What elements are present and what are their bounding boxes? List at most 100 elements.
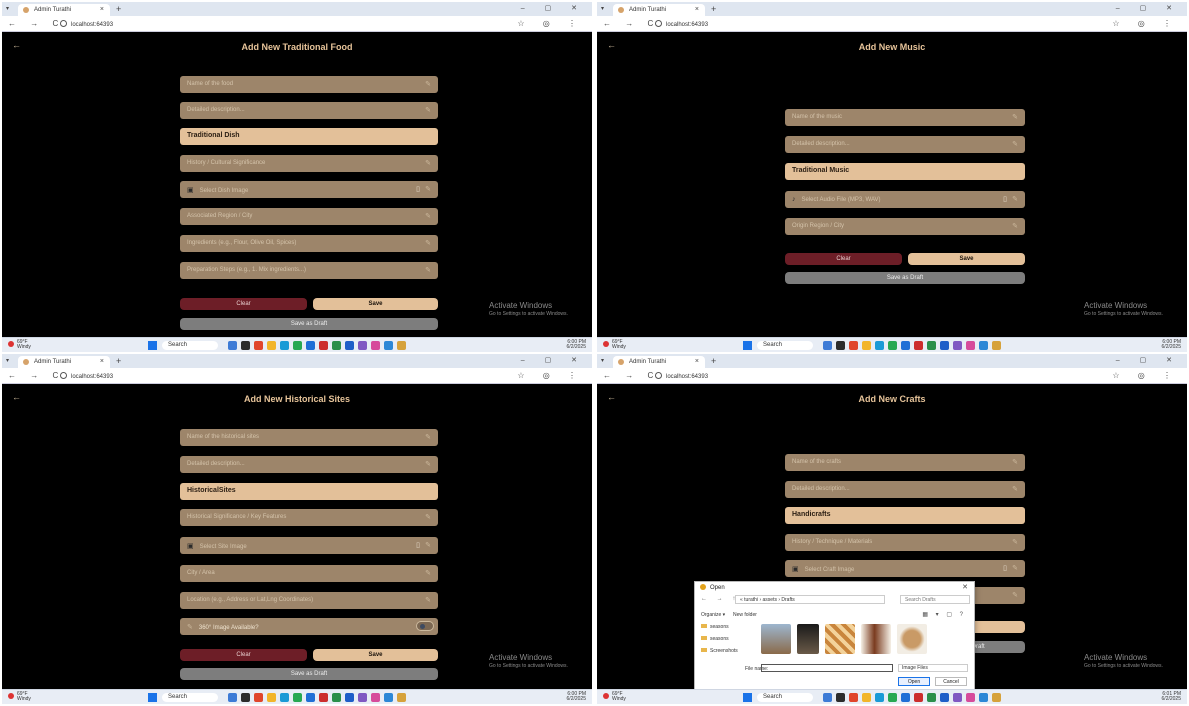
taskbar-app-icon[interactable] <box>358 341 367 350</box>
clear-button[interactable]: Clear <box>180 649 307 661</box>
paperclip-icon[interactable]: ▯ <box>1003 564 1007 572</box>
taskbar-app-icon[interactable] <box>319 341 328 350</box>
dialog-close-icon[interactable]: ✕ <box>962 583 968 591</box>
sidebar-folder[interactable]: seasons <box>701 624 751 630</box>
taskbar-app-icon[interactable] <box>914 693 923 702</box>
browser-tab[interactable]: Admin Turathi × <box>18 4 110 16</box>
taskbar-app-icon[interactable] <box>384 341 393 350</box>
paperclip-icon[interactable]: ▯ <box>1003 195 1007 203</box>
category-dropdown[interactable]: Handicrafts <box>785 507 1025 524</box>
taskbar-search[interactable]: Search <box>757 341 813 350</box>
view-options-icon[interactable]: ▦ ▾ ▢ ? <box>922 611 966 618</box>
tab-close-icon[interactable]: × <box>100 358 104 365</box>
nav-buttons[interactable]: ← → C <box>8 371 64 380</box>
new-tab-button[interactable]: + <box>711 4 716 14</box>
paperclip-icon[interactable]: ▯ <box>416 185 420 193</box>
open-button[interactable]: Open <box>898 677 930 686</box>
nav-buttons[interactable]: ← → C <box>8 19 64 28</box>
taskbar-app-icon[interactable] <box>979 693 988 702</box>
category-dropdown[interactable]: HistoricalSites <box>180 483 438 500</box>
taskbar-app-icon[interactable] <box>306 693 315 702</box>
paperclip-icon[interactable]: ▯ <box>416 541 420 549</box>
taskbar-app-icon[interactable] <box>992 341 1001 350</box>
food-name-input[interactable]: Name of the food ✎ <box>180 76 438 93</box>
window-controls[interactable]: – ▢ ✕ <box>521 4 586 12</box>
taskbar-app-icon[interactable] <box>953 693 962 702</box>
ingredients-input[interactable]: Ingredients (e.g., Flour, Olive Oil, Spi… <box>180 235 438 252</box>
new-tab-button[interactable]: + <box>711 356 716 366</box>
window-controls[interactable]: – ▢ ✕ <box>521 356 586 364</box>
taskbar-app-icon[interactable] <box>254 693 263 702</box>
browser-actions[interactable]: ☆ ◎ ⋮ <box>517 19 584 28</box>
taskbar-app-icon[interactable] <box>384 693 393 702</box>
taskbar-app-icon[interactable] <box>267 693 276 702</box>
taskbar-search[interactable]: Search <box>162 341 218 350</box>
taskbar-app-icon[interactable] <box>849 341 858 350</box>
taskbar-app-icon[interactable] <box>332 341 341 350</box>
taskbar-app-icon[interactable] <box>306 341 315 350</box>
taskbar-app-icon[interactable] <box>849 693 858 702</box>
taskbar-app-icon[interactable] <box>992 693 1001 702</box>
site-name-input[interactable]: Name of the historical sites ✎ <box>180 429 438 446</box>
weather-widget[interactable]: 69°F Windy <box>8 340 31 350</box>
taskbar-app-icon[interactable] <box>875 341 884 350</box>
taskbar-app-icon[interactable] <box>371 693 380 702</box>
taskbar-app-icon[interactable] <box>836 693 845 702</box>
taskbar-app-icon[interactable] <box>267 341 276 350</box>
site-info-icon[interactable] <box>655 20 662 27</box>
save-button[interactable]: Save <box>313 298 438 310</box>
clear-button[interactable]: Clear <box>180 298 307 310</box>
taskbar-app-icon[interactable] <box>228 693 237 702</box>
description-input[interactable]: Detailed description... ✎ <box>785 481 1025 498</box>
taskbar-app-icon[interactable] <box>332 693 341 702</box>
origin-region-input[interactable]: Origin Region / City ✎ <box>785 218 1025 235</box>
site-info-icon[interactable] <box>655 372 662 379</box>
clear-button[interactable]: Clear <box>785 253 902 265</box>
nav-buttons[interactable]: ← → C <box>603 371 659 380</box>
url-field[interactable]: localhost:64393 <box>655 372 708 380</box>
system-tray[interactable]: 6:01 PM 6/2/2025 <box>1162 692 1181 702</box>
taskbar-app-icon[interactable] <box>358 693 367 702</box>
city-input[interactable]: City / Area ✎ <box>180 565 438 582</box>
save-draft-button[interactable]: Save as Draft <box>180 668 438 680</box>
taskbar-app-icon[interactable] <box>862 693 871 702</box>
taskbar-app-icon[interactable] <box>397 693 406 702</box>
file-thumbnail[interactable] <box>825 624 855 654</box>
taskbar-app-icon[interactable] <box>979 341 988 350</box>
windows-start-icon[interactable] <box>743 693 752 702</box>
tab-search-icon[interactable]: ▾ <box>6 5 9 12</box>
toggle-switch[interactable] <box>416 621 434 631</box>
tab-close-icon[interactable]: × <box>100 6 104 13</box>
tab-search-icon[interactable]: ▾ <box>601 357 604 364</box>
tab-close-icon[interactable]: × <box>695 358 699 365</box>
system-tray[interactable]: 6:00 PM 6/2/2025 <box>567 692 586 702</box>
site-image-picker[interactable]: ▣ Select Site Image ▯ ✎ <box>180 537 438 554</box>
windows-start-icon[interactable] <box>743 341 752 350</box>
organize-menu[interactable]: Organize ▾ <box>701 612 725 618</box>
tab-search-icon[interactable]: ▾ <box>6 357 9 364</box>
site-info-icon[interactable] <box>60 372 67 379</box>
site-info-icon[interactable] <box>60 20 67 27</box>
history-input[interactable]: History / Cultural Significance ✎ <box>180 155 438 172</box>
browser-tab[interactable]: Admin Turathi × <box>18 356 110 368</box>
taskbar-app-icon[interactable] <box>927 341 936 350</box>
taskbar-app-icon[interactable] <box>241 341 250 350</box>
taskbar-app-icon[interactable] <box>293 693 302 702</box>
taskbar-app-icon[interactable] <box>953 341 962 350</box>
folder-search-input[interactable]: Search Drafts <box>900 595 970 604</box>
location-input[interactable]: Location (e.g., Address or Lat,Lng Coord… <box>180 592 438 609</box>
browser-tab[interactable]: Admin Turathi × <box>613 4 705 16</box>
taskbar-app-icon[interactable] <box>966 693 975 702</box>
weather-widget[interactable]: 69°F Windy <box>8 692 31 702</box>
url-field[interactable]: localhost:64393 <box>655 20 708 28</box>
system-tray[interactable]: 6:00 PM 6/2/2025 <box>1162 340 1181 350</box>
url-field[interactable]: localhost:64393 <box>60 20 113 28</box>
taskbar-app-icon[interactable] <box>241 693 250 702</box>
taskbar-search[interactable]: Search <box>757 693 813 702</box>
preparation-input[interactable]: Preparation Steps (e.g., 1. Mix ingredie… <box>180 262 438 279</box>
history-input[interactable]: History / Technique / Materials ✎ <box>785 534 1025 551</box>
taskbar-app-icon[interactable] <box>914 341 923 350</box>
window-controls[interactable]: – ▢ ✕ <box>1116 4 1181 12</box>
taskbar-app-icon[interactable] <box>836 341 845 350</box>
windows-start-icon[interactable] <box>148 341 157 350</box>
